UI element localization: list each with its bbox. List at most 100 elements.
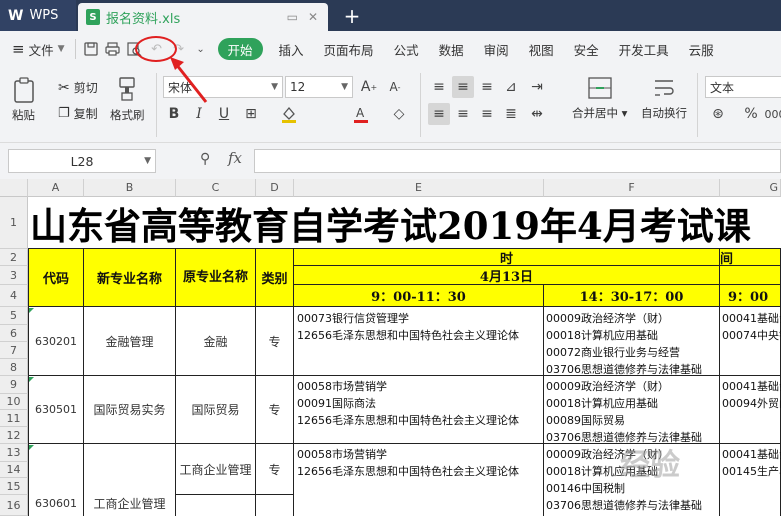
indent-icon[interactable]: ⇥ xyxy=(526,76,548,98)
tab-page-layout[interactable]: 页面布局 xyxy=(314,40,384,59)
tab-home[interactable]: 开始 xyxy=(217,38,263,60)
file-menu[interactable]: ≡ 文件 ▼ xyxy=(0,31,71,67)
clear-format-icon[interactable]: ◇ xyxy=(388,103,410,125)
cut-button[interactable]: ✂ 剪切 xyxy=(58,79,98,96)
column-header-c[interactable]: C xyxy=(176,179,256,197)
italic-icon[interactable]: I xyxy=(188,103,210,125)
merge-center-button[interactable]: 合并居中 ▾ xyxy=(572,77,627,121)
row-header[interactable]: 3 xyxy=(0,266,28,285)
document-tab[interactable]: S 报名资料.xls ▭ ✕ xyxy=(78,3,328,31)
column-header-b[interactable]: B xyxy=(84,179,176,197)
align-middle-icon[interactable]: ≡ xyxy=(452,76,474,98)
paste-button[interactable]: 粘贴 xyxy=(12,77,35,123)
number-format-select[interactable]: 文本 xyxy=(705,76,781,98)
row-header[interactable]: 11 xyxy=(0,410,28,427)
tab-developer[interactable]: 开发工具 xyxy=(609,40,679,59)
cell-code[interactable]: 630501 xyxy=(28,376,84,444)
restore-tab-icon[interactable]: ▭ xyxy=(287,10,298,24)
header-slot-2[interactable]: 14：30-17：00 xyxy=(544,285,720,307)
bold-icon[interactable]: B xyxy=(163,103,185,125)
row-header[interactable]: 10 xyxy=(0,394,28,410)
cell-category[interactable]: 专 xyxy=(256,307,294,376)
row-header[interactable]: 5 xyxy=(0,307,28,325)
align-left-icon[interactable]: ≡ xyxy=(428,103,450,125)
header-time[interactable]: 时 xyxy=(294,249,720,266)
header-date-1[interactable]: 4月13日 xyxy=(294,266,720,285)
cell-category[interactable]: 专 xyxy=(256,444,294,495)
row-header[interactable]: 7 xyxy=(0,342,28,359)
border-icon[interactable]: ⊞ xyxy=(240,103,262,125)
cell-category[interactable]: 专 xyxy=(256,376,294,444)
row-header[interactable]: 6 xyxy=(0,325,28,342)
rotate-text-icon[interactable]: ⊿ xyxy=(500,76,522,98)
header-new-major[interactable]: 新专业名称 xyxy=(84,249,176,307)
cell-old-major[interactable]: 金融 xyxy=(176,307,256,376)
print-icon[interactable] xyxy=(102,38,124,60)
cell-code[interactable]: 630201 xyxy=(28,307,84,376)
cell-new-major[interactable]: 国际贸易实务 xyxy=(84,376,176,444)
cell-code[interactable]: 630601 xyxy=(28,444,84,516)
cell-category-continued[interactable] xyxy=(256,495,294,516)
currency-icon[interactable]: ⊛ xyxy=(707,103,729,125)
row-header[interactable]: 12 xyxy=(0,427,28,444)
tab-view[interactable]: 视图 xyxy=(519,40,564,59)
copy-button[interactable]: ❐ 复制 xyxy=(58,105,98,122)
decrease-font-icon[interactable]: A- xyxy=(384,76,406,98)
column-header-g[interactable]: G xyxy=(720,179,781,197)
header-old-major[interactable]: 原专业名称 xyxy=(176,249,256,307)
save-icon[interactable] xyxy=(80,38,102,60)
row-header[interactable]: 2 xyxy=(0,249,28,266)
format-painter-button[interactable]: 格式刷 xyxy=(110,77,145,123)
cell-old-major-continued[interactable] xyxy=(176,495,256,516)
tab-security[interactable]: 安全 xyxy=(564,40,609,59)
font-size-select[interactable]: 12 ▼ xyxy=(285,76,353,98)
tab-cloud[interactable]: 云服 xyxy=(679,40,724,59)
cell-old-major[interactable]: 工商企业管理 xyxy=(176,444,256,495)
column-header-f[interactable]: F xyxy=(544,179,720,197)
justify-icon[interactable]: ≣ xyxy=(500,103,522,125)
header-category[interactable]: 类别 xyxy=(256,249,294,307)
select-all-corner[interactable] xyxy=(0,179,28,197)
row-header[interactable]: 14 xyxy=(0,462,28,478)
row-header[interactable]: 1 xyxy=(0,197,28,249)
column-header-e[interactable]: E xyxy=(294,179,544,197)
row-header[interactable]: 4 xyxy=(0,285,28,307)
row-header[interactable]: 13 xyxy=(0,444,28,462)
wrap-text-button[interactable]: 自动换行 xyxy=(641,77,687,121)
increase-font-icon[interactable]: A + xyxy=(358,76,380,98)
underline-icon[interactable]: U xyxy=(213,103,235,125)
cell-new-major[interactable]: 工商企业管理 xyxy=(84,444,176,516)
header-code[interactable]: 代码 xyxy=(28,249,84,307)
wps-home-tab[interactable]: W WPS xyxy=(0,0,76,31)
cell-new-major[interactable]: 金融管理 xyxy=(84,307,176,376)
align-right-icon[interactable]: ≡ xyxy=(476,103,498,125)
column-header-a[interactable]: A xyxy=(28,179,84,197)
name-box[interactable]: L28 ▼ xyxy=(8,149,156,173)
header-interval[interactable]: 间 xyxy=(720,249,781,266)
new-tab-button[interactable]: + xyxy=(340,3,364,29)
tab-data[interactable]: 数据 xyxy=(429,40,474,59)
percent-icon[interactable]: % xyxy=(740,103,762,125)
comma-icon[interactable]: 000 xyxy=(764,103,781,125)
row-header[interactable]: 9 xyxy=(0,376,28,394)
align-center-icon[interactable]: ≡ xyxy=(452,103,474,125)
tab-review[interactable]: 审阅 xyxy=(474,40,519,59)
tab-formulas[interactable]: 公式 xyxy=(384,40,429,59)
align-bottom-icon[interactable]: ≡ xyxy=(476,76,498,98)
row-header[interactable]: 16 xyxy=(0,495,28,516)
header-date-2[interactable] xyxy=(720,266,781,285)
close-tab-icon[interactable]: ✕ xyxy=(308,10,318,24)
column-header-d[interactable]: D xyxy=(256,179,294,197)
fill-color-icon[interactable] xyxy=(278,103,300,125)
header-slot-3[interactable]: 9：00 xyxy=(720,285,781,307)
formula-input[interactable] xyxy=(254,149,781,173)
cell-old-major[interactable]: 国际贸易 xyxy=(176,376,256,444)
zoom-icon[interactable]: ⚲ xyxy=(200,151,210,167)
align-top-icon[interactable]: ≡ xyxy=(428,76,450,98)
header-slot-1[interactable]: 9：00-11：30 xyxy=(294,285,544,307)
distribute-icon[interactable]: ⇹ xyxy=(526,103,548,125)
row-header[interactable]: 8 xyxy=(0,359,28,376)
row-header[interactable]: 15 xyxy=(0,478,28,495)
sheet-title-cell[interactable]: 山东省高等教育自学考试2019年4月考试课 xyxy=(28,197,781,249)
font-color-icon[interactable]: A xyxy=(350,103,372,125)
